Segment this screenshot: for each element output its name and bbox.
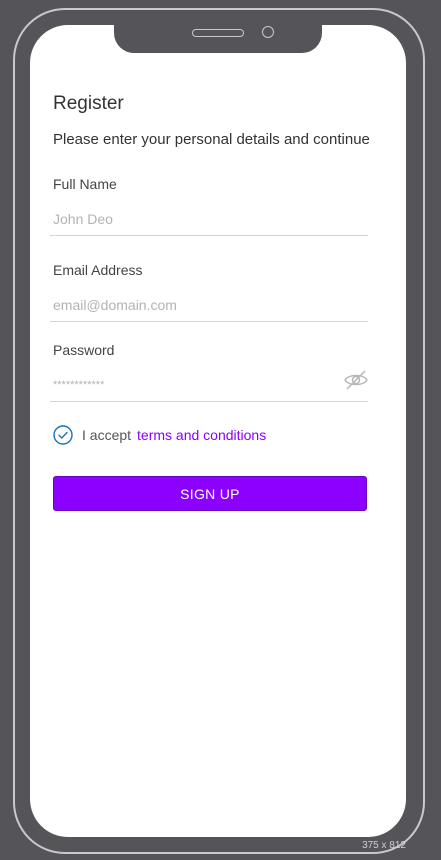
email-label: Email Address — [53, 262, 143, 278]
page-subtitle: Please enter your personal details and c… — [53, 131, 370, 148]
camera-icon — [262, 26, 274, 38]
device-notch — [114, 25, 322, 53]
speaker-grille — [192, 29, 244, 37]
phone-screen: Register Please enter your personal deta… — [30, 25, 406, 837]
sign-up-button[interactable]: SIGN UP — [53, 476, 367, 511]
password-input[interactable] — [50, 368, 368, 402]
canvas-size-label: 375 x 812 — [362, 840, 406, 851]
accept-text: I accept — [82, 427, 132, 443]
terms-row: I accept terms and conditions — [53, 425, 266, 445]
page-title: Register — [53, 93, 124, 114]
email-input[interactable] — [50, 288, 368, 322]
password-label: Password — [53, 342, 115, 358]
full-name-label: Full Name — [53, 176, 117, 192]
terms-link[interactable]: terms and conditions — [137, 427, 266, 443]
full-name-input[interactable] — [50, 202, 368, 236]
eye-off-icon[interactable] — [343, 369, 369, 391]
check-circle-icon[interactable] — [53, 425, 73, 445]
